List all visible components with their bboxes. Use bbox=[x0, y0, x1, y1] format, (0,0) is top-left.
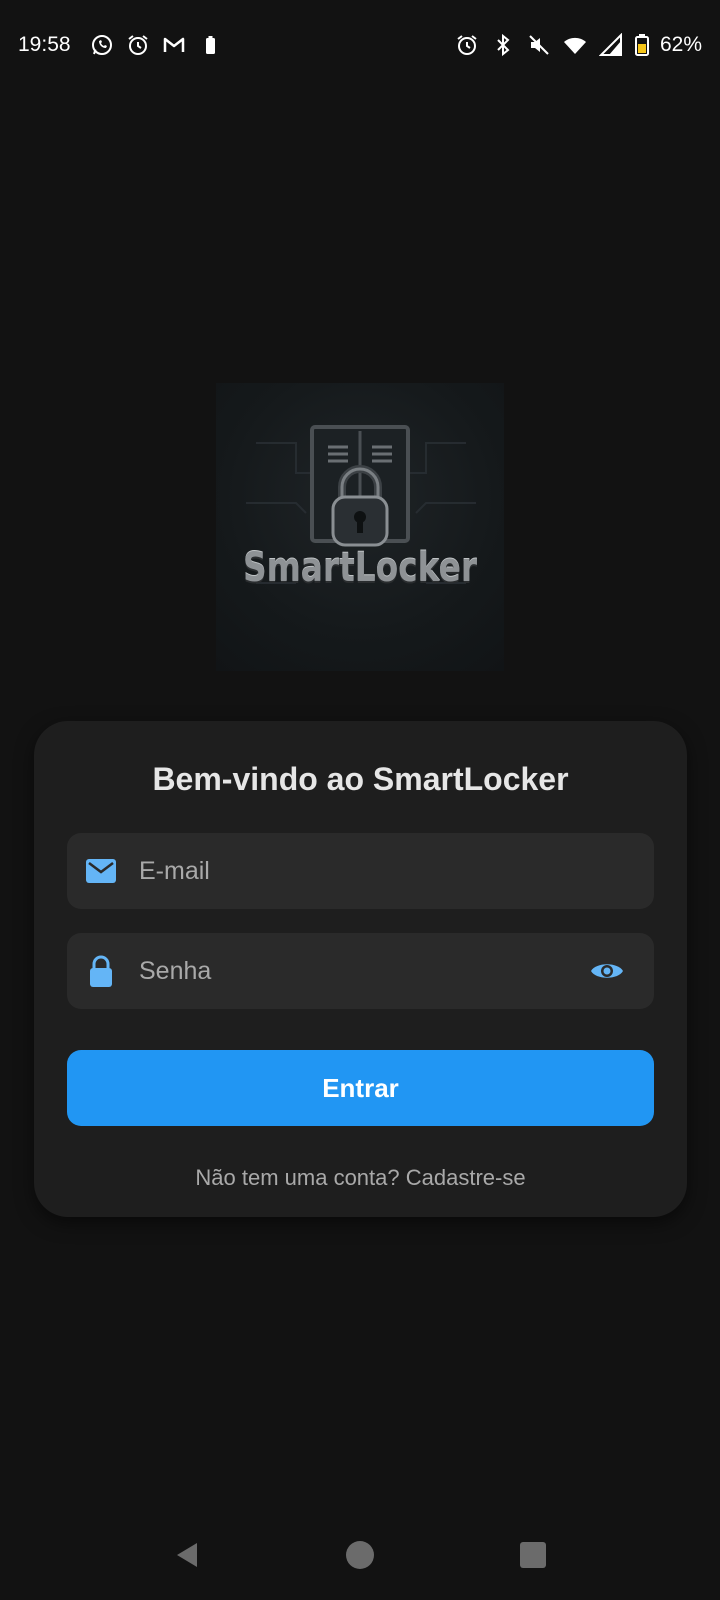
app-logo: SmartLocker bbox=[216, 383, 504, 671]
password-input[interactable] bbox=[139, 951, 584, 991]
status-time: 19:58 bbox=[18, 33, 71, 56]
email-field[interactable] bbox=[67, 833, 654, 909]
logo-wordmark: SmartLocker bbox=[242, 545, 478, 591]
page-title: Bem-vindo ao SmartLocker bbox=[152, 761, 569, 797]
mute-icon bbox=[526, 32, 552, 58]
status-left: 19:58 bbox=[18, 32, 223, 58]
locker-padlock-icon bbox=[246, 425, 476, 584]
mail-icon bbox=[85, 855, 117, 887]
bluetooth-icon bbox=[490, 32, 516, 58]
login-card: Bem-vindo ao SmartLocker Entrar Não tem … bbox=[34, 721, 687, 1217]
signal-icon bbox=[598, 32, 624, 58]
navigation-bar bbox=[0, 1510, 720, 1600]
lock-icon bbox=[85, 955, 117, 987]
password-field[interactable] bbox=[67, 933, 654, 1009]
login-button[interactable]: Entrar bbox=[67, 1050, 654, 1126]
eye-icon[interactable] bbox=[590, 955, 624, 987]
alarm-icon bbox=[125, 32, 151, 58]
battery-icon bbox=[634, 32, 650, 58]
recents-icon[interactable] bbox=[513, 1535, 553, 1575]
status-bar: 19:58 62% bbox=[0, 0, 720, 90]
signup-link[interactable]: Não tem uma conta? Cadastre-se bbox=[34, 1165, 687, 1191]
email-input[interactable] bbox=[139, 851, 584, 891]
battery-small-icon bbox=[197, 32, 223, 58]
status-right: 62% bbox=[454, 32, 702, 58]
battery-percent: 62% bbox=[659, 33, 702, 56]
alarm-icon bbox=[454, 32, 480, 58]
home-icon[interactable] bbox=[340, 1535, 380, 1575]
wifi-icon bbox=[562, 32, 588, 58]
back-icon[interactable] bbox=[167, 1535, 207, 1575]
whatsapp-icon bbox=[89, 32, 115, 58]
gmail-icon bbox=[161, 32, 187, 58]
